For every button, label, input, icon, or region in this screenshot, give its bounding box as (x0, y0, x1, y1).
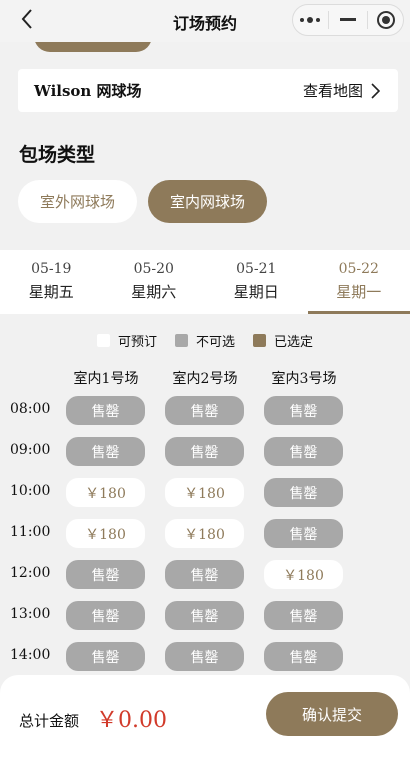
slot-available[interactable]: ￥180 (165, 519, 244, 548)
date-tab[interactable]: 05-19 星期五 (0, 250, 103, 314)
type-indoor-button[interactable]: 室内网球场 (148, 180, 267, 223)
date-tab-date: 05-20 (133, 261, 174, 277)
date-tab-date: 05-19 (31, 261, 72, 277)
date-tab-weekday: 星期日 (233, 283, 279, 301)
date-tab-weekday: 星期一 (336, 283, 382, 301)
time-label: 10:00 (10, 483, 51, 499)
more-dots-icon[interactable] (295, 8, 325, 32)
court-header: 室内1号场 (73, 371, 139, 387)
nav-header: 订场预约 (0, 0, 410, 42)
time-label: 13:00 (10, 606, 51, 622)
legend-selected: 已选定 (253, 331, 313, 350)
slot-sold-out: 售罄 (66, 601, 145, 630)
venue-card[interactable]: Wilson 网球场 查看地图 (18, 69, 398, 112)
time-label: 08:00 (10, 401, 51, 417)
date-tab-date: 05-21 (236, 261, 277, 277)
slot-sold-out: 售罄 (264, 437, 343, 466)
selected-swatch (253, 334, 266, 347)
venue-name: Wilson 网球场 (34, 82, 142, 100)
close-target-icon[interactable] (371, 8, 401, 32)
view-map-link[interactable]: 查看地图 (303, 80, 380, 101)
slot-sold-out: 售罄 (264, 642, 343, 671)
slot-sold-out: 售罄 (165, 642, 244, 671)
slot-sold-out: 售罄 (264, 478, 343, 507)
slot-sold-out: 售罄 (264, 519, 343, 548)
legend-available-label: 可预订 (117, 335, 157, 350)
slot-sold-out: 售罄 (66, 642, 145, 671)
date-tab[interactable]: 05-20 星期六 (103, 250, 206, 314)
legend-selected-label: 已选定 (274, 335, 314, 350)
slot-sold-out: 售罄 (66, 396, 145, 425)
date-tabs: 05-19 星期五 05-20 星期六 05-21 星期日 05-22 星期一 (0, 250, 410, 314)
available-swatch (96, 334, 110, 347)
total-amount: ￥0.00 (96, 708, 167, 733)
court-header: 室内3号场 (271, 371, 337, 387)
slot-sold-out: 售罄 (165, 396, 244, 425)
legend-unavailable-label: 不可选 (195, 335, 235, 350)
capsule-divider (366, 11, 368, 29)
chevron-right-icon (371, 82, 380, 99)
time-label: 14:00 (10, 647, 51, 663)
unavailable-swatch (174, 334, 188, 347)
time-label: 09:00 (10, 442, 51, 458)
slot-sold-out: 售罄 (165, 437, 244, 466)
total-label: 总计金额 (19, 712, 80, 730)
time-label: 11:00 (10, 524, 51, 540)
legend: 可预订 不可选 已选定 (0, 331, 410, 350)
type-outdoor-button[interactable]: 室外网球场 (18, 180, 137, 223)
slot-sold-out: 售罄 (264, 396, 343, 425)
capsule-divider (328, 11, 330, 29)
legend-unavailable: 不可选 (174, 331, 235, 350)
legend-available: 可预订 (96, 331, 157, 350)
confirm-submit-button[interactable]: 确认提交 (266, 692, 398, 736)
slot-available[interactable]: ￥180 (264, 560, 343, 589)
date-tab-active[interactable]: 05-22 星期一 (307, 250, 410, 314)
court-type-title: 包场类型 (19, 144, 96, 166)
date-tab-date: 05-22 (338, 261, 379, 277)
view-map-label: 查看地图 (302, 82, 363, 100)
minimize-icon[interactable] (333, 8, 363, 32)
slot-sold-out: 售罄 (66, 560, 145, 589)
court-header: 室内2号场 (172, 371, 238, 387)
slot-sold-out: 售罄 (264, 601, 343, 630)
footer-bar: 总计金额 ￥0.00 确认提交 (0, 675, 410, 781)
date-tab-weekday: 星期六 (131, 283, 177, 301)
time-label: 12:00 (10, 565, 51, 581)
slot-available[interactable]: ￥180 (165, 478, 244, 507)
slot-available[interactable]: ￥180 (66, 519, 145, 548)
date-tab[interactable]: 05-21 星期日 (205, 250, 308, 314)
slot-sold-out: 售罄 (66, 437, 145, 466)
mini-program-capsule (292, 4, 404, 36)
slot-available[interactable]: ￥180 (66, 478, 145, 507)
slot-sold-out: 售罄 (165, 601, 244, 630)
date-tab-weekday: 星期五 (28, 283, 74, 301)
slot-sold-out: 售罄 (165, 560, 244, 589)
